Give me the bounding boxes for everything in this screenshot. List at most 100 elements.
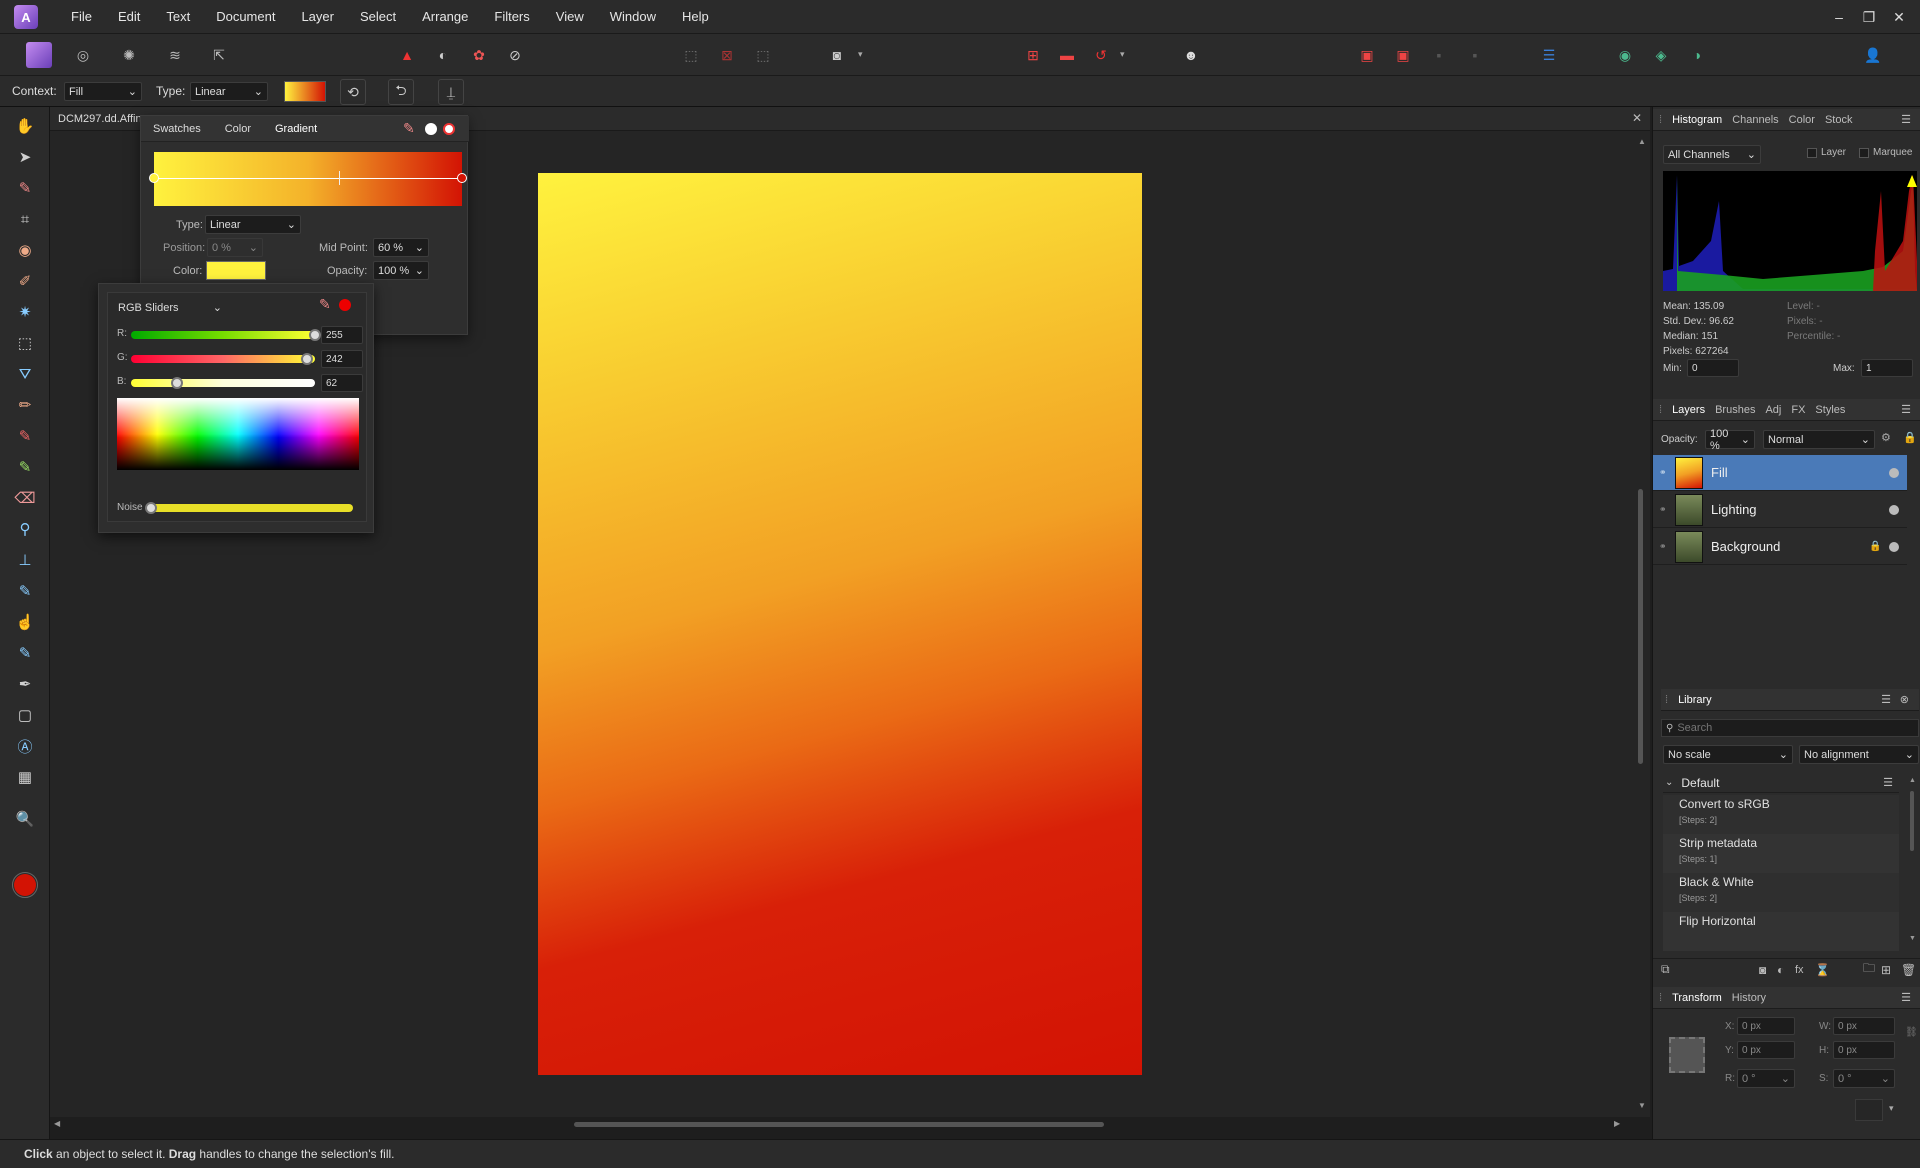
g-slider-knob[interactable] [301,353,313,365]
red-eye-tool-icon[interactable]: ◉ [12,237,38,263]
develop-persona-icon[interactable]: ✺ [116,42,142,68]
library-scroll-thumb[interactable] [1910,791,1914,851]
menu-view[interactable]: View [543,0,597,34]
live-filter-icon[interactable]: ⌛ [1815,963,1830,977]
channel-select[interactable]: All Channels ⌄ [1663,145,1761,164]
quick-mask-dropdown-icon[interactable]: ▾ [858,49,863,60]
gradient-stop-start[interactable] [149,173,159,183]
r-value-field[interactable]: 255 [321,326,363,344]
scroll-down-icon[interactable]: ▼ [1638,1101,1646,1110]
tab-brushes[interactable]: Brushes [1715,404,1755,416]
layer-visibility-icon[interactable] [1889,541,1899,552]
x-field[interactable]: 0 px [1737,1017,1795,1035]
tab-swatches[interactable]: Swatches [153,123,201,135]
scroll-right-icon[interactable]: ▶ [1614,1119,1620,1128]
rotate-gradient-icon[interactable]: ⮌ [388,79,414,105]
menu-layer[interactable]: Layer [288,0,347,34]
scroll-up-icon[interactable]: ▲ [1909,777,1916,784]
smudge-brush-icon[interactable]: ☝ [12,609,38,635]
pixel-tool-icon[interactable]: ✎ [12,454,38,480]
minimize-icon[interactable]: – [1824,9,1854,25]
r-slider[interactable] [131,331,315,339]
gradient-swatch[interactable] [284,81,326,102]
view-tool-icon[interactable]: ✋ [12,113,38,139]
reverse-gradient-icon[interactable]: ⟲ [340,79,366,105]
layer-row-background[interactable]: ⚭ Background 🔒 [1653,529,1907,565]
tab-histogram[interactable]: Histogram [1672,114,1722,126]
paint-brush-icon[interactable]: ✎ [12,423,38,449]
grip-icon[interactable]: ⁞ [1659,992,1662,1004]
tab-fx[interactable]: FX [1791,404,1805,416]
opacity-field[interactable]: 100 % ⌄ [373,261,429,280]
color-spectrum[interactable] [117,398,359,470]
eyedropper-icon[interactable]: ✎ [319,296,331,313]
tab-library[interactable]: Library [1678,694,1712,706]
mesh-warp-icon[interactable]: ▦ [12,764,38,790]
layer-visibility-icon[interactable] [1889,467,1899,478]
type-select[interactable]: Linear ⌄ [190,82,268,101]
menu-arrange[interactable]: Arrange [409,0,481,34]
selection-brush-icon[interactable]: ✐ [12,268,38,294]
current-color-dot[interactable] [339,299,351,311]
add-pixel-layer-icon[interactable]: ⊞ [1881,963,1891,977]
group-menu-icon[interactable]: ☰ [1883,776,1893,789]
tab-stock[interactable]: Stock [1825,114,1853,126]
layer-link-icon[interactable]: ⚭ [1659,504,1667,515]
vertical-scroll-thumb[interactable] [1638,489,1643,764]
horizontal-scrollbar[interactable]: ◀ ▶ [54,1119,1624,1131]
snapping-dropdown-icon[interactable]: ▾ [1120,49,1125,60]
close-library-icon[interactable]: ⊗ [1900,693,1909,706]
boolean-subtract-icon[interactable]: ◈ [1648,42,1674,68]
crop-tool-icon[interactable]: ⌗ [12,206,38,232]
library-scrollbar[interactable]: ▲ ▼ [1907,775,1917,947]
scroll-down-icon[interactable]: ▼ [1909,935,1916,942]
grip-icon[interactable]: ⁞ [1665,694,1668,706]
text-tool-icon[interactable]: Ⓐ [12,733,38,759]
delete-layer-icon[interactable]: 🗑 [1901,963,1916,977]
menu-help[interactable]: Help [669,0,722,34]
tab-channels[interactable]: Channels [1732,114,1778,126]
transform-options-button[interactable] [1855,1099,1883,1121]
close-document-icon[interactable]: ✕ [1632,111,1642,125]
add-group-icon[interactable]: 🗀 [1863,959,1875,980]
auto-colors-icon[interactable]: ✿ [466,42,492,68]
anchor-selector-icon[interactable] [1669,1037,1705,1073]
b-slider-knob[interactable] [171,377,183,389]
menu-file[interactable]: File [58,0,105,34]
tab-color[interactable]: Color [225,123,251,135]
layer-checkbox[interactable] [1807,148,1817,158]
order-back-icon[interactable]: ▣ [1354,42,1380,68]
g-slider[interactable] [131,355,315,363]
library-menu-icon[interactable]: ☰ [1881,693,1891,706]
library-search-input[interactable] [1677,722,1898,734]
restore-icon[interactable]: ❐ [1854,9,1884,26]
scroll-left-icon[interactable]: ◀ [54,1119,60,1128]
tab-color-panel[interactable]: Color [1789,114,1815,126]
layer-link-icon[interactable]: ⚭ [1659,541,1667,552]
midpoint-field[interactable]: 60 % ⌄ [373,238,429,257]
order-backward-icon[interactable]: ▣ [1390,42,1416,68]
library-group-default[interactable]: ⌄ Default ☰ [1663,773,1899,793]
lock-icon[interactable]: 🔒 [1903,431,1917,444]
fx-icon[interactable]: fx [1795,964,1804,976]
flood-fill-icon[interactable]: ⛛ [12,361,38,387]
boolean-add-icon[interactable]: ◉ [1612,42,1638,68]
marquee-checkbox[interactable] [1859,148,1869,158]
invert-selection-icon[interactable]: ⬚ [750,42,776,68]
align-icon[interactable]: ☰ [1536,42,1562,68]
gradient-type-select[interactable]: Linear ⌄ [205,215,301,234]
color-mode-select[interactable]: RGB Sliders ⌄ [113,298,227,317]
alignment-select[interactable]: No alignment ⌄ [1799,745,1919,764]
b-slider[interactable] [131,379,315,387]
tab-gradient[interactable]: Gradient [275,123,317,135]
healing-brush-icon[interactable]: ✎ [12,640,38,666]
erase-brush-icon[interactable]: ⌫ [12,485,38,511]
tone-mapping-persona-icon[interactable]: ≋ [162,42,188,68]
move-by-whole-pixels-icon[interactable]: ↺ [1088,42,1114,68]
tab-layers[interactable]: Layers [1672,404,1705,416]
scale-select[interactable]: No scale ⌄ [1663,745,1793,764]
blend-mode-select[interactable]: Normal ⌄ [1763,430,1875,449]
position-field[interactable]: 0 % ⌄ [207,238,263,257]
library-item[interactable]: Flip Horizontal [1663,912,1899,951]
pages-icon[interactable]: ⧉ [1661,962,1670,977]
